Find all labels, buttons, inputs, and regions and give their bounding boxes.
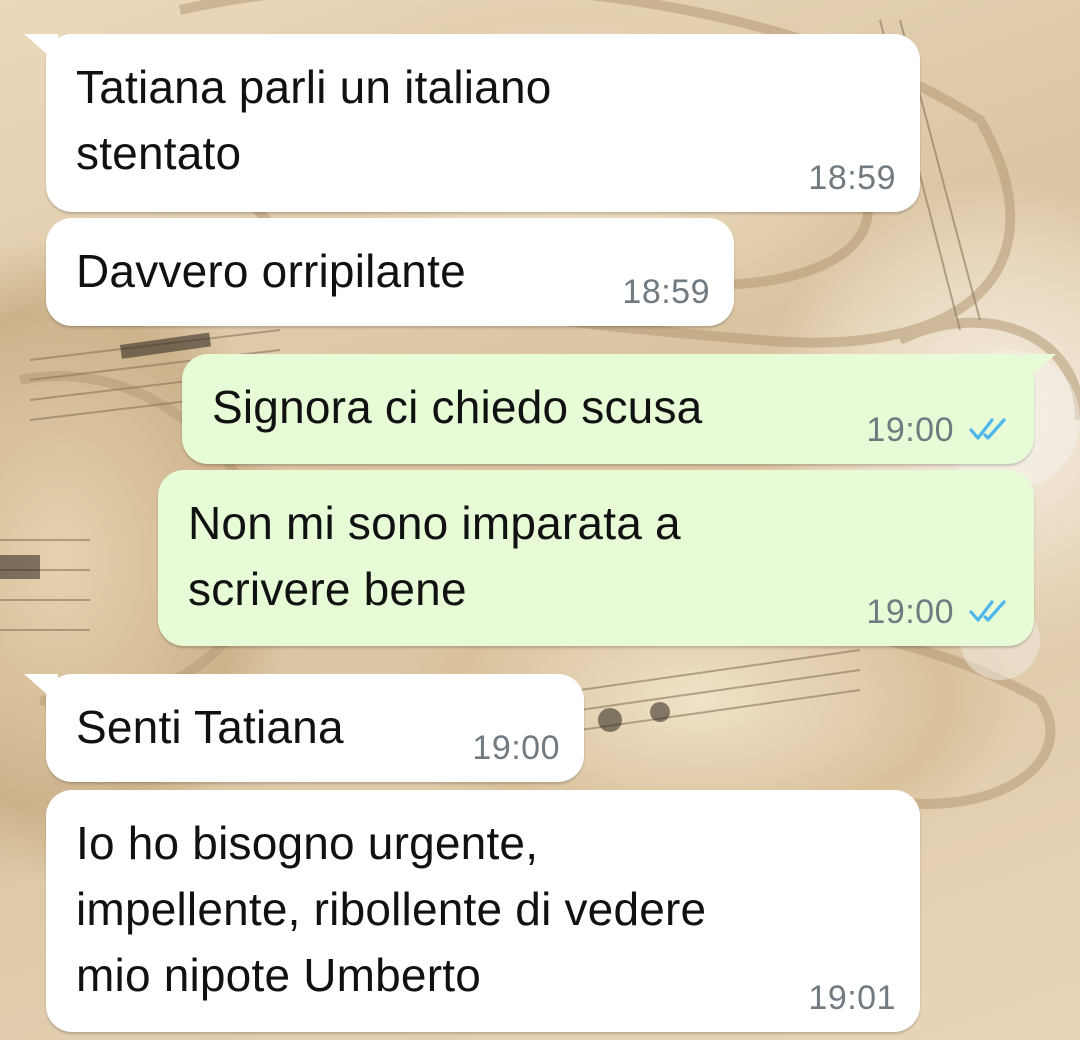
message-outgoing[interactable]: Non mi sono imparata a scrivere bene 19:… <box>158 470 1034 646</box>
message-text: Signora ci chiedo scusa <box>212 381 703 433</box>
message-time: 18:59 <box>808 159 896 197</box>
message-time: 19:00 <box>866 593 954 631</box>
chat-messages[interactable]: Tatiana parli un italiano stentato 18:59… <box>0 0 1080 1040</box>
double-check-icon <box>969 600 1006 622</box>
message-incoming[interactable]: Senti Tatiana 19:00 <box>24 674 584 782</box>
message-text: Non mi sono imparata a scrivere bene <box>188 497 681 615</box>
message-text: Io ho bisogno urgente, impellente, ribol… <box>76 817 707 1001</box>
message-incoming[interactable]: Io ho bisogno urgente, impellente, ribol… <box>46 790 920 1032</box>
message-text: Davvero orripilante <box>76 245 466 297</box>
message-text: Senti Tatiana <box>76 701 344 753</box>
message-incoming[interactable]: Tatiana parli un italiano stentato 18:59 <box>24 34 920 212</box>
message-time: 19:01 <box>808 979 896 1017</box>
double-check-icon <box>969 418 1006 440</box>
message-text: Tatiana parli un italiano stentato <box>76 61 552 179</box>
message-outgoing[interactable]: Signora ci chiedo scusa 19:00 <box>182 354 1056 464</box>
message-incoming[interactable]: Davvero orripilante 18:59 <box>46 218 734 326</box>
message-time: 18:59 <box>622 273 710 311</box>
message-time: 19:00 <box>866 411 954 449</box>
message-time: 19:00 <box>472 729 560 767</box>
